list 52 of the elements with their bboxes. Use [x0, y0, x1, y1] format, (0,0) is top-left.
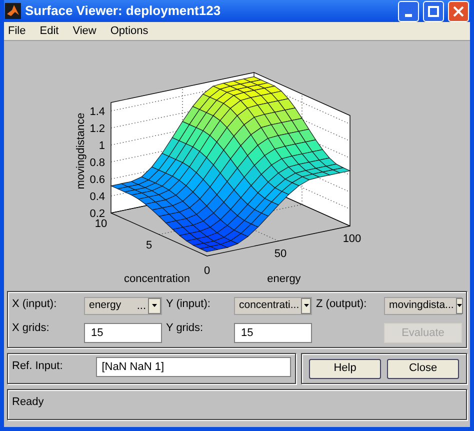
maximize-icon [428, 6, 439, 16]
field-label: X grids: [12, 320, 50, 336]
tick-label: 50 [274, 248, 287, 260]
close-icon [453, 6, 464, 16]
ref-input-field[interactable]: [NaN NaN 1] [96, 357, 291, 377]
tick-label: 0.4 [90, 191, 105, 203]
axis-label: concentration [124, 273, 190, 285]
tick-label: 1 [98, 140, 105, 152]
field-label: X (input): [12, 297, 58, 312]
dropdown-value: concentrati... [239, 298, 300, 313]
dropdown-value: movingdista... [389, 298, 454, 313]
menu-item[interactable]: Edit [40, 22, 59, 40]
minimize-icon [405, 14, 412, 16]
tick-label: 0.6 [90, 174, 105, 186]
dropdown[interactable]: energy ... [84, 296, 162, 315]
grid-input-field[interactable]: 15 [234, 323, 312, 344]
tick-label: 0 [204, 265, 210, 277]
close-button[interactable] [448, 0, 469, 22]
tick-label: 5 [146, 240, 152, 252]
tick-label: 0.2 [90, 208, 105, 220]
axis-label: movingdistance [75, 112, 87, 190]
menu-item[interactable]: File [8, 22, 26, 40]
dropdown-arrow-button[interactable] [301, 298, 311, 314]
field-label: Y (input): [166, 297, 212, 312]
maximize-button[interactable] [423, 0, 444, 22]
window-title: Surface Viewer: deployment123 [25, 2, 222, 20]
caret-icon [152, 304, 157, 308]
dropdown-arrow-button[interactable] [456, 298, 463, 314]
field-label: Z (output): [316, 297, 368, 312]
dropdown-ellipsis: ... [136, 298, 146, 314]
caret-icon [456, 304, 462, 308]
tick-label: 0.8 [90, 157, 105, 169]
dialog-button[interactable]: Help [309, 358, 381, 378]
tick-label: 1.2 [90, 123, 105, 135]
dropdown-arrow-button[interactable] [148, 298, 161, 314]
tick-label: 10 [94, 218, 108, 230]
dropdown[interactable]: concentrati... [234, 296, 312, 315]
minimize-button[interactable] [398, 0, 419, 22]
status-text: Ready [12, 396, 44, 408]
tick-label: 100 [342, 233, 362, 245]
dialog-button[interactable]: Close [387, 358, 459, 378]
app-icon [5, 3, 21, 19]
dropdown[interactable]: movingdista... [384, 296, 462, 315]
field-label: Y grids: [166, 320, 204, 336]
field-label: Ref. Input: [12, 359, 64, 374]
grid-input-field[interactable]: 15 [84, 323, 162, 344]
caret-icon [304, 304, 309, 308]
menu-item[interactable]: View [72, 22, 96, 40]
dropdown-value: energy [89, 298, 122, 313]
menu-item[interactable]: Options [110, 22, 148, 40]
axis-label: energy [267, 273, 301, 285]
tick-label: 1.4 [90, 106, 105, 118]
